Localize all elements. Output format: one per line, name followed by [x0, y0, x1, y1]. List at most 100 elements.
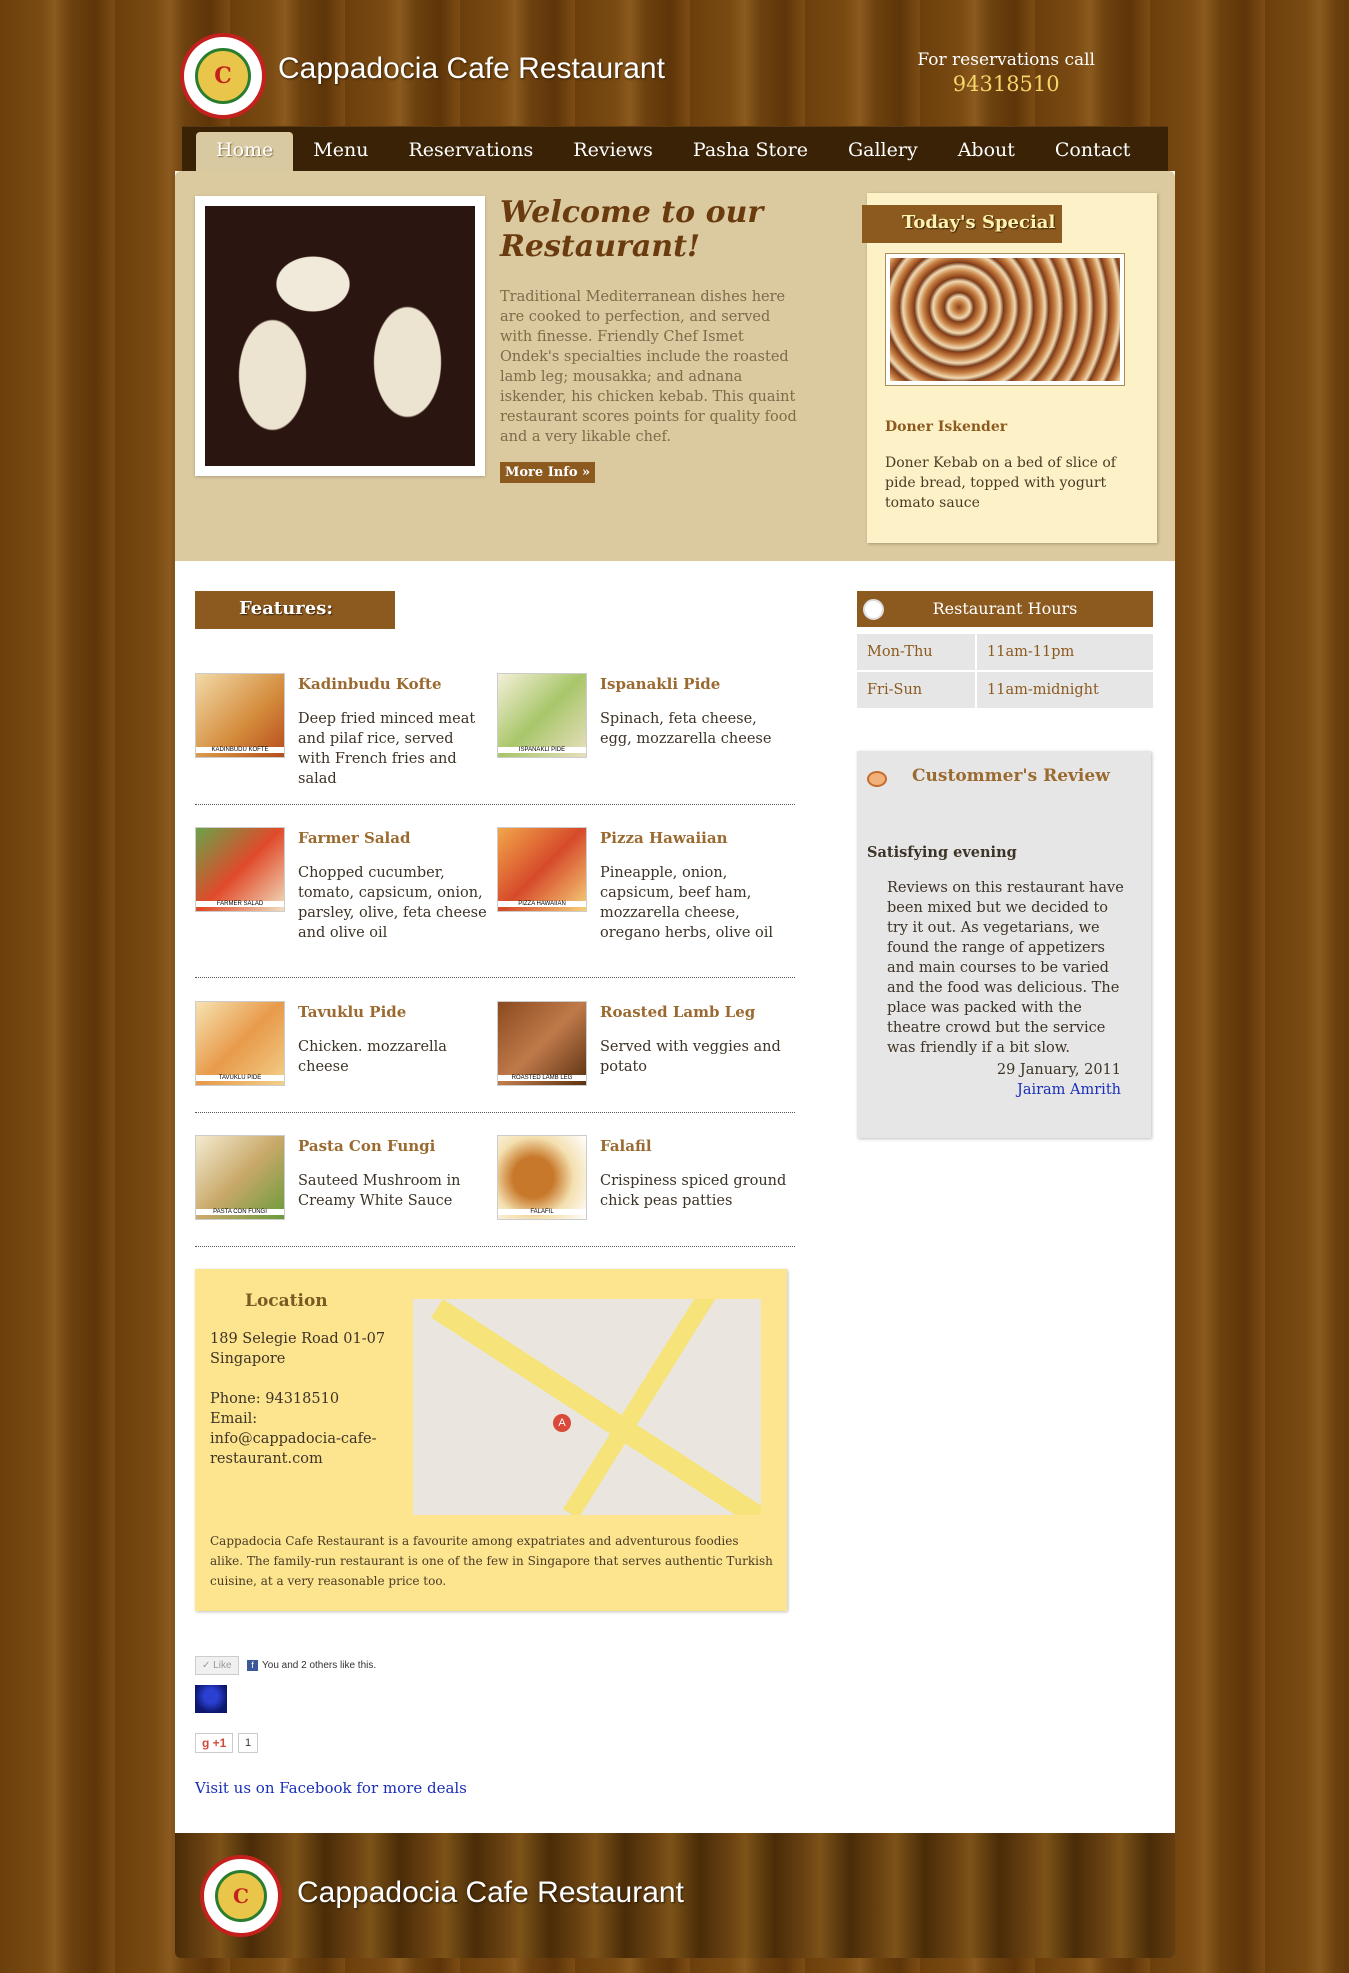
location-map[interactable]: A [413, 1299, 761, 1515]
feature-desc: Chopped cucumber, tomato, capsicum, onio… [298, 865, 487, 941]
thumb-label: KADINBUDU KOFTE [196, 747, 284, 753]
feature-thumb[interactable]: FALAFIL [497, 1135, 587, 1220]
feature-name[interactable]: Roasted Lamb Leg [600, 1003, 755, 1021]
location-heading: Location [245, 1291, 328, 1311]
thumb-label: ROASTED LAMB LEG [498, 1075, 586, 1081]
feature-name[interactable]: Tavuklu Pide [298, 1003, 406, 1021]
welcome-title: Welcome to our Restaurant! [500, 195, 764, 264]
nav-item-about[interactable]: About [938, 127, 1035, 171]
nav-item-menu[interactable]: Menu [293, 127, 388, 171]
address-line2: Singapore [210, 1351, 286, 1367]
logo-emblem: C [195, 48, 251, 104]
todays-special-heading: Today's Special [862, 205, 1062, 243]
feature-item: FALAFIL Falafil Crispiness spiced ground… [497, 1135, 797, 1245]
divider [195, 1246, 795, 1247]
footer-logo[interactable]: C [200, 1855, 282, 1937]
feature-item: PASTA CON FUNGI Pasta Con Fungi Sauteed … [195, 1135, 495, 1245]
hours-day: Mon-Thu [857, 634, 975, 670]
features-heading: Features: [195, 591, 395, 629]
hours-row: Fri-Sun 11am-midnight [857, 672, 1153, 708]
feature-thumb[interactable]: PASTA CON FUNGI [195, 1135, 285, 1220]
reservation-phone: 94318510 [952, 72, 1060, 96]
feature-name[interactable]: Farmer Salad [298, 829, 410, 847]
feature-item: PIZZA HAWAIIAN Pizza Hawaiian Pineapple,… [497, 827, 797, 941]
pide-dishes-image [205, 206, 475, 466]
reservation-info: For reservations call 94318510 [917, 50, 1095, 96]
logo-emblem: C [215, 1870, 267, 1922]
restaurant-logo[interactable]: C [180, 33, 266, 119]
feature-desc: Pineapple, onion, capsicum, beef ham, mo… [600, 865, 774, 941]
clock-icon [863, 599, 884, 620]
like-count-text: You and 2 others like this. [262, 1660, 377, 1671]
hours-heading: Restaurant Hours [857, 591, 1153, 627]
feature-thumb[interactable]: ISPANAKLI PIDE [497, 673, 587, 758]
todays-special-card: Today's Special Doner Iskender Doner Keb… [862, 193, 1157, 543]
feature-desc: Served with veggies and potato [600, 1039, 781, 1075]
map-pin-icon[interactable]: A [553, 1414, 571, 1432]
feature-item: ROASTED LAMB LEG Roasted Lamb Leg Served… [497, 1001, 797, 1111]
site-footer: C Cappadocia Cafe Restaurant [175, 1833, 1175, 1958]
nav-item-reservations[interactable]: Reservations [388, 127, 553, 171]
location-email[interactable]: Email: info@cappadocia-cafe-restaurant.c… [210, 1409, 390, 1469]
feature-desc: Deep fried minced meat and pilaf rice, s… [298, 711, 476, 787]
facebook-like-button[interactable]: ✓ Like [195, 1656, 239, 1675]
review-body: Reviews on this restaurant have been mix… [887, 880, 1124, 1056]
site-title[interactable]: Cappadocia Cafe Restaurant [278, 52, 665, 86]
hours-heading-label: Restaurant Hours [932, 599, 1078, 618]
feature-thumb[interactable]: TAVUKLU PIDE [195, 1001, 285, 1086]
feature-desc: Chicken. mozzarella cheese [298, 1039, 447, 1075]
location-address: 189 Selegie Road 01-07 Singapore Phone: … [210, 1329, 390, 1469]
facebook-like-text: f You and 2 others like this. [247, 1660, 376, 1671]
intro-section: Welcome to our Restaurant! Traditional M… [175, 171, 1175, 561]
location-card: Location 189 Selegie Road 01-07 Singapor… [195, 1269, 787, 1611]
friend-avatar[interactable] [195, 1685, 227, 1713]
thumb-label: PIZZA HAWAIIAN [498, 901, 586, 907]
feature-desc: Spinach, feta cheese, egg, mozzarella ch… [600, 711, 772, 747]
doner-iskender-image [890, 258, 1120, 381]
more-info-button[interactable]: More Info » [500, 462, 596, 483]
review-title: Satisfying evening [867, 844, 1017, 861]
google-plus-button[interactable]: g +1 [195, 1733, 234, 1753]
special-photo [885, 253, 1125, 386]
location-blurb: Cappadocia Cafe Restaurant is a favourit… [210, 1534, 773, 1588]
divider [195, 1112, 795, 1113]
feature-name[interactable]: Pizza Hawaiian [600, 829, 728, 847]
nav-item-home[interactable]: Home [196, 132, 294, 171]
review-date: 29 January, 2011 [996, 1062, 1121, 1078]
nav-item-gallery[interactable]: Gallery [828, 127, 938, 171]
feature-name[interactable]: Ispanakli Pide [600, 675, 720, 693]
welcome-text: Traditional Mediterranean dishes here ar… [500, 289, 797, 445]
feature-name[interactable]: Kadinbudu Kofte [298, 675, 442, 693]
divider [195, 977, 795, 978]
special-name[interactable]: Doner Iskender [885, 419, 1007, 435]
speech-bubble-icon [867, 771, 887, 787]
thumb-label: ISPANAKLI PIDE [498, 747, 586, 753]
feature-thumb[interactable]: FARMER SALAD [195, 827, 285, 912]
facebook-deals-link[interactable]: Visit us on Facebook for more deals [195, 1779, 467, 1797]
facebook-icon: f [247, 1660, 258, 1671]
feature-thumb[interactable]: PIZZA HAWAIIAN [497, 827, 587, 912]
main-nav: Home Menu Reservations Reviews Pasha Sto… [182, 126, 1168, 171]
customer-review-card: Custommer's Review Satisfying evening Re… [857, 751, 1151, 1138]
feature-desc: Sauteed Mushroom in Creamy White Sauce [298, 1173, 461, 1209]
hours-time: 11am-midnight [977, 672, 1153, 708]
thumb-label: PASTA CON FUNGI [196, 1209, 284, 1215]
feature-name[interactable]: Falafil [600, 1137, 652, 1155]
thumb-label: TAVUKLU PIDE [196, 1075, 284, 1081]
review-author-link[interactable]: Jairam Amrith [1017, 1082, 1121, 1098]
hours-day: Fri-Sun [857, 672, 975, 708]
nav-item-contact[interactable]: Contact [1035, 127, 1150, 171]
feature-thumb[interactable]: KADINBUDU KOFTE [195, 673, 285, 758]
hours-table: Mon-Thu 11am-11pm Fri-Sun 11am-midnight [857, 634, 1153, 710]
site-header: C Cappadocia Cafe Restaurant For reserva… [180, 30, 1170, 125]
nav-item-reviews[interactable]: Reviews [553, 127, 673, 171]
nav-item-pasha-store[interactable]: Pasha Store [673, 127, 828, 171]
intro-photo [195, 196, 485, 476]
feature-name[interactable]: Pasta Con Fungi [298, 1137, 435, 1155]
feature-thumb[interactable]: ROASTED LAMB LEG [497, 1001, 587, 1086]
main-content: Welcome to our Restaurant! Traditional M… [175, 171, 1175, 1833]
address-line1: 189 Selegie Road 01-07 [210, 1331, 386, 1347]
google-plus-count: 1 [238, 1733, 259, 1753]
feature-item: FARMER SALAD Farmer Salad Chopped cucumb… [195, 827, 495, 941]
reservation-label: For reservations call [917, 50, 1095, 70]
